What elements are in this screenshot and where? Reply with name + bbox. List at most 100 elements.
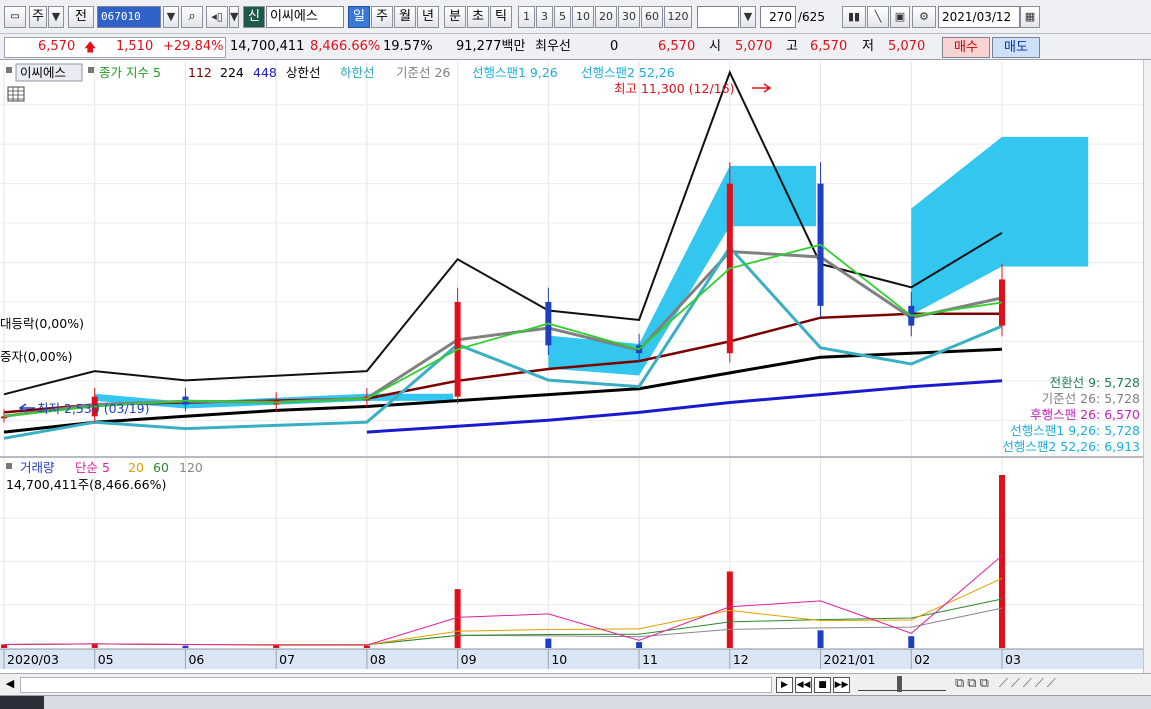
left-axis-label-2: 증자(0,00%) bbox=[0, 349, 72, 364]
legend-volume-ma20: 20 bbox=[128, 460, 144, 475]
legend-marker bbox=[6, 463, 12, 469]
minute-30-button[interactable]: 30 bbox=[618, 6, 640, 28]
minute-1-button[interactable]: 1 bbox=[518, 6, 535, 28]
x-axis-label: 2021/01 bbox=[824, 652, 876, 667]
scroll-left-icon[interactable]: ◀ bbox=[4, 677, 16, 693]
volume-bar bbox=[545, 638, 552, 648]
low-price: 5,070 bbox=[888, 39, 926, 54]
x-axis-label: 05 bbox=[98, 652, 114, 667]
low-annotation: 최저 2,530 (03/19) bbox=[18, 401, 150, 416]
data-count-input[interactable]: 270 bbox=[760, 6, 796, 28]
minute-120-button[interactable]: 120 bbox=[664, 6, 692, 28]
volume-bar bbox=[726, 571, 733, 648]
period-second-button[interactable]: 초 bbox=[467, 6, 489, 28]
best-quote-price: 6,570 bbox=[658, 39, 696, 54]
x-axis-label: 06 bbox=[188, 652, 204, 667]
indicator-base: 기준선 26: 5,728 bbox=[1042, 391, 1140, 406]
x-axis-label: 08 bbox=[370, 652, 386, 667]
window-menu-icon[interactable]: ▭ bbox=[4, 6, 26, 28]
sell-button[interactable]: 매도 bbox=[992, 37, 1040, 58]
legend-volume-ma120: 120 bbox=[179, 460, 203, 475]
right-scrollbar[interactable] bbox=[1143, 60, 1151, 673]
volume-ratio: 8,466.66% bbox=[310, 39, 381, 54]
chevron-down-icon[interactable]: ▼ bbox=[48, 6, 64, 28]
date-input[interactable]: 2021/03/12 bbox=[938, 6, 1020, 28]
open-label: 시 bbox=[709, 39, 721, 54]
volume-bar bbox=[182, 645, 189, 648]
period-week-button[interactable]: 주 bbox=[371, 6, 393, 28]
legend-volume-title: 거래량 bbox=[20, 460, 55, 475]
drawing-tools-icon[interactable]: ⧉⧉⧉ ⟋⟋⟋⟋⟋ bbox=[955, 676, 1059, 691]
minute-60-button[interactable]: 60 bbox=[641, 6, 663, 28]
buy-button[interactable]: 매수 bbox=[942, 37, 990, 58]
volume-bar bbox=[1, 644, 7, 648]
indicator-readout: 전환선 9: 5,728 기준선 26: 5,728 후행스팬 26: 6,57… bbox=[1002, 375, 1140, 454]
minute-3-button[interactable]: 3 bbox=[536, 6, 553, 28]
line-tool-icon[interactable]: ╲ bbox=[867, 6, 889, 28]
play-icon[interactable]: ▶ bbox=[776, 677, 793, 693]
rewind-icon[interactable]: ◀◀ bbox=[795, 677, 812, 693]
volume-bar bbox=[363, 645, 370, 648]
stock-name-field[interactable]: 이씨에스 bbox=[266, 6, 344, 28]
period-year-button[interactable]: 년 bbox=[417, 6, 439, 28]
bottom-scroll-bar: ◀ ▶ ◀◀ ■ ▶▶ ⧉⧉⧉ ⟋⟋⟋⟋⟋ bbox=[0, 673, 1151, 695]
zoom-slider-handle[interactable] bbox=[897, 676, 902, 692]
gear-icon[interactable]: ⚙ bbox=[912, 6, 936, 28]
stop-icon[interactable]: ■ bbox=[814, 677, 831, 693]
quote-bar: 6,570 🡅 1,510 +29.84% 14,700,411 8,466.6… bbox=[0, 34, 1151, 60]
data-count-total: /625 bbox=[798, 10, 825, 24]
high-label: 고 bbox=[786, 39, 798, 54]
search-icon[interactable]: ⌕ bbox=[181, 6, 203, 28]
low-annotation-text: 최저 2,530 (03/19) bbox=[37, 401, 150, 416]
minute-10-button[interactable]: 10 bbox=[572, 6, 594, 28]
volume-ma120-line bbox=[3, 607, 1003, 646]
minute-5-button[interactable]: 5 bbox=[554, 6, 571, 28]
legend-ma224: 224 bbox=[220, 65, 244, 80]
legend-volume-ma5: 단순 5 bbox=[75, 460, 110, 475]
legend-volume-ma60: 60 bbox=[153, 460, 169, 475]
period-day-button[interactable]: 일 bbox=[348, 6, 370, 28]
period-tick-button[interactable]: 틱 bbox=[490, 6, 512, 28]
period-minute-button[interactable]: 분 bbox=[444, 6, 466, 28]
speaker-icon[interactable]: ◂▯ bbox=[206, 6, 228, 28]
candle-settings-icon[interactable]: ▮▮ bbox=[842, 6, 866, 28]
high-annotation: 최고 11,300 (12/16) bbox=[614, 81, 772, 96]
high-price: 6,570 bbox=[810, 39, 848, 54]
save-icon[interactable]: ▣ bbox=[890, 6, 910, 28]
x-axis-label: 07 bbox=[279, 652, 295, 667]
period-month-button[interactable]: 월 bbox=[394, 6, 416, 28]
x-axis-label: 2020/03 bbox=[7, 652, 59, 667]
minute-20-button[interactable]: 20 bbox=[595, 6, 617, 28]
price-legend: 이씨에스 종가 지수 5 112 224 448 상한선 하한선 기준선 26 … bbox=[6, 63, 675, 102]
fast-forward-icon[interactable]: ▶▶ bbox=[833, 677, 850, 693]
calendar-icon[interactable]: ▦ bbox=[1020, 6, 1040, 28]
price-change-pct: +29.84% bbox=[163, 39, 224, 54]
custom-period-input[interactable] bbox=[697, 6, 739, 28]
code-dropdown-icon[interactable]: ▼ bbox=[163, 6, 179, 28]
legend-span1: 선행스팬1 9,26 bbox=[472, 65, 558, 80]
legend-name: 이씨에스 bbox=[20, 65, 66, 80]
market-select[interactable]: 주 bbox=[29, 6, 47, 28]
stock-code-input[interactable]: 067010 bbox=[97, 6, 161, 28]
zoom-slider[interactable] bbox=[858, 679, 946, 691]
indicator-span2: 선행스팬2 52,26: 6,913 bbox=[1002, 439, 1140, 454]
indicator-conversion: 전환선 9: 5,728 bbox=[1050, 375, 1140, 390]
legend-ma112: 112 bbox=[188, 65, 212, 80]
legend-span2: 선행스팬2 52,26 bbox=[581, 65, 675, 80]
current-volume-label: 14,700,411주(8,466.66%) bbox=[6, 477, 166, 492]
best-quote-label: 최우선 bbox=[535, 39, 571, 54]
legend-upper: 상한선 bbox=[286, 65, 321, 80]
up-arrow-icon: 🡅 bbox=[84, 40, 97, 54]
stock-chart[interactable]: 이씨에스 종가 지수 5 112 224 448 상한선 하한선 기준선 26 … bbox=[0, 60, 1151, 677]
x-axis-label: 10 bbox=[551, 652, 567, 667]
volume-grid bbox=[0, 458, 1143, 648]
x-axis-label: 03 bbox=[1005, 652, 1021, 667]
market-all-button[interactable]: 전 bbox=[68, 6, 94, 28]
scroll-track[interactable] bbox=[20, 677, 772, 693]
footer-tab[interactable] bbox=[0, 696, 44, 709]
volume-bar bbox=[817, 630, 824, 648]
lower-band-line bbox=[3, 245, 1003, 440]
chevron-down-icon[interactable]: ▼ bbox=[229, 6, 239, 28]
chevron-down-icon[interactable]: ▼ bbox=[740, 6, 756, 28]
legend-lower: 하한선 bbox=[340, 65, 375, 80]
